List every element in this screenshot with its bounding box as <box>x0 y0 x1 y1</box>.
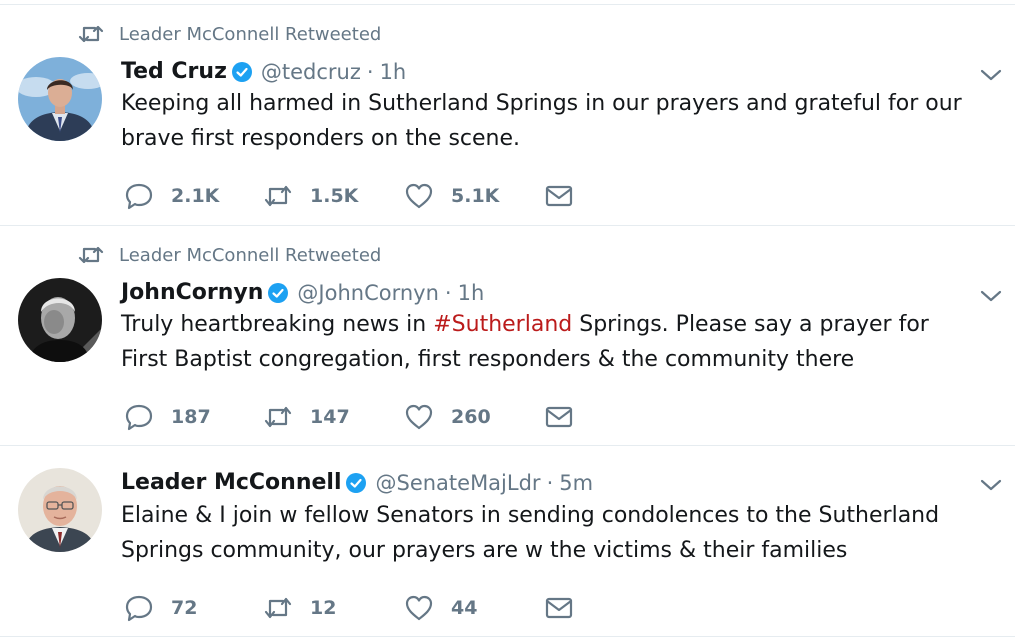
chevron-down-icon[interactable] <box>979 288 1003 304</box>
reply-button[interactable]: 187 <box>124 400 211 434</box>
reply-icon <box>125 183 153 210</box>
hashtag-link[interactable]: #Sutherland <box>433 312 572 337</box>
heart-icon <box>405 404 433 430</box>
mail-icon <box>545 597 573 619</box>
retweet-icon <box>264 597 292 619</box>
tweet-text-part: Truly heartbreaking news in <box>121 312 434 337</box>
direct-message-button[interactable] <box>544 400 574 434</box>
tweet-text: Keeping all harmed in Sutherland Springs… <box>121 91 962 151</box>
heart-icon <box>405 183 433 209</box>
separator-dot: · <box>366 59 374 84</box>
separator-dot: · <box>444 280 452 305</box>
reply-button[interactable]: 72 <box>124 591 197 625</box>
avatar[interactable] <box>18 278 102 362</box>
user-handle[interactable]: @tedcruz <box>261 60 361 84</box>
reply-button[interactable]: 2.1K <box>124 179 219 213</box>
retweet-button[interactable]: 147 <box>263 400 350 434</box>
retweet-count: 12 <box>310 597 337 619</box>
retweet-count: 1.5K <box>310 185 359 207</box>
reply-count: 72 <box>171 597 198 619</box>
user-handle[interactable]: @SenateMajLdr <box>375 471 540 495</box>
direct-message-button[interactable] <box>544 179 574 213</box>
like-count: 5.1K <box>451 185 500 207</box>
ted-cruz-avatar-image <box>18 57 102 141</box>
retweet-small-icon <box>78 25 104 43</box>
verified-badge-icon <box>231 61 252 82</box>
separator-dot: · <box>546 470 554 495</box>
retweet-button[interactable]: 1.5K <box>263 179 358 213</box>
tweet-text: Elaine & I join w fellow Senators in sen… <box>121 503 940 563</box>
retweet-small-icon <box>78 246 104 264</box>
retweet-icon <box>264 185 292 207</box>
timestamp[interactable]: 1h <box>458 281 485 305</box>
tweet[interactable]: Leader McConnell Retweeted Ted Cruz @ted… <box>0 4 1015 224</box>
avatar[interactable] <box>18 468 102 552</box>
john-cornyn-avatar-image <box>18 278 102 362</box>
mail-icon <box>545 185 573 207</box>
retweeted-by-label: Leader McConnell Retweeted <box>119 23 382 45</box>
like-button[interactable]: 5.1K <box>404 179 499 213</box>
chevron-down-icon[interactable] <box>979 67 1003 83</box>
direct-message-button[interactable] <box>544 591 574 625</box>
heart-icon <box>405 595 433 621</box>
avatar[interactable] <box>18 57 102 141</box>
like-button[interactable]: 44 <box>404 591 477 625</box>
like-button[interactable]: 260 <box>404 400 491 434</box>
tweet-header: Ted Cruz @tedcruz · 1h <box>121 59 406 84</box>
verified-badge-icon <box>268 282 289 303</box>
display-name[interactable]: Ted Cruz <box>121 59 227 84</box>
reply-count: 2.1K <box>171 185 220 207</box>
timestamp[interactable]: 1h <box>380 60 407 84</box>
mcconnell-avatar-image <box>18 468 102 552</box>
mail-icon <box>545 406 573 428</box>
display-name[interactable]: JohnCornyn <box>121 280 263 305</box>
reply-icon <box>125 404 153 431</box>
timestamp[interactable]: 5m <box>559 471 593 495</box>
tweet-header: JohnCornyn @JohnCornyn · 1h <box>121 280 484 305</box>
retweeted-by-label: Leader McConnell Retweeted <box>119 244 382 266</box>
retweet-context: Leader McConnell Retweeted <box>78 244 381 266</box>
retweet-count: 147 <box>310 406 350 428</box>
like-count: 260 <box>451 406 491 428</box>
retweet-button[interactable]: 12 <box>263 591 336 625</box>
reply-icon <box>125 595 153 622</box>
chevron-down-icon[interactable] <box>979 477 1003 493</box>
tweet-feed: Leader McConnell Retweeted Ted Cruz @ted… <box>0 0 1015 639</box>
tweet[interactable]: Leader McConnell @SenateMajLdr · 5m Elai… <box>0 445 1015 637</box>
like-count: 44 <box>451 597 478 619</box>
verified-badge-icon <box>346 472 367 493</box>
tweet-text: Truly heartbreaking news in #Sutherland … <box>121 307 981 377</box>
user-handle[interactable]: @JohnCornyn <box>297 281 438 305</box>
display-name[interactable]: Leader McConnell <box>121 470 341 495</box>
retweet-icon <box>264 406 292 428</box>
reply-count: 187 <box>171 406 211 428</box>
tweet-header: Leader McConnell @SenateMajLdr · 5m <box>121 470 593 495</box>
tweet[interactable]: Leader McConnell Retweeted JohnCornyn @J… <box>0 225 1015 444</box>
retweet-context: Leader McConnell Retweeted <box>78 23 381 45</box>
